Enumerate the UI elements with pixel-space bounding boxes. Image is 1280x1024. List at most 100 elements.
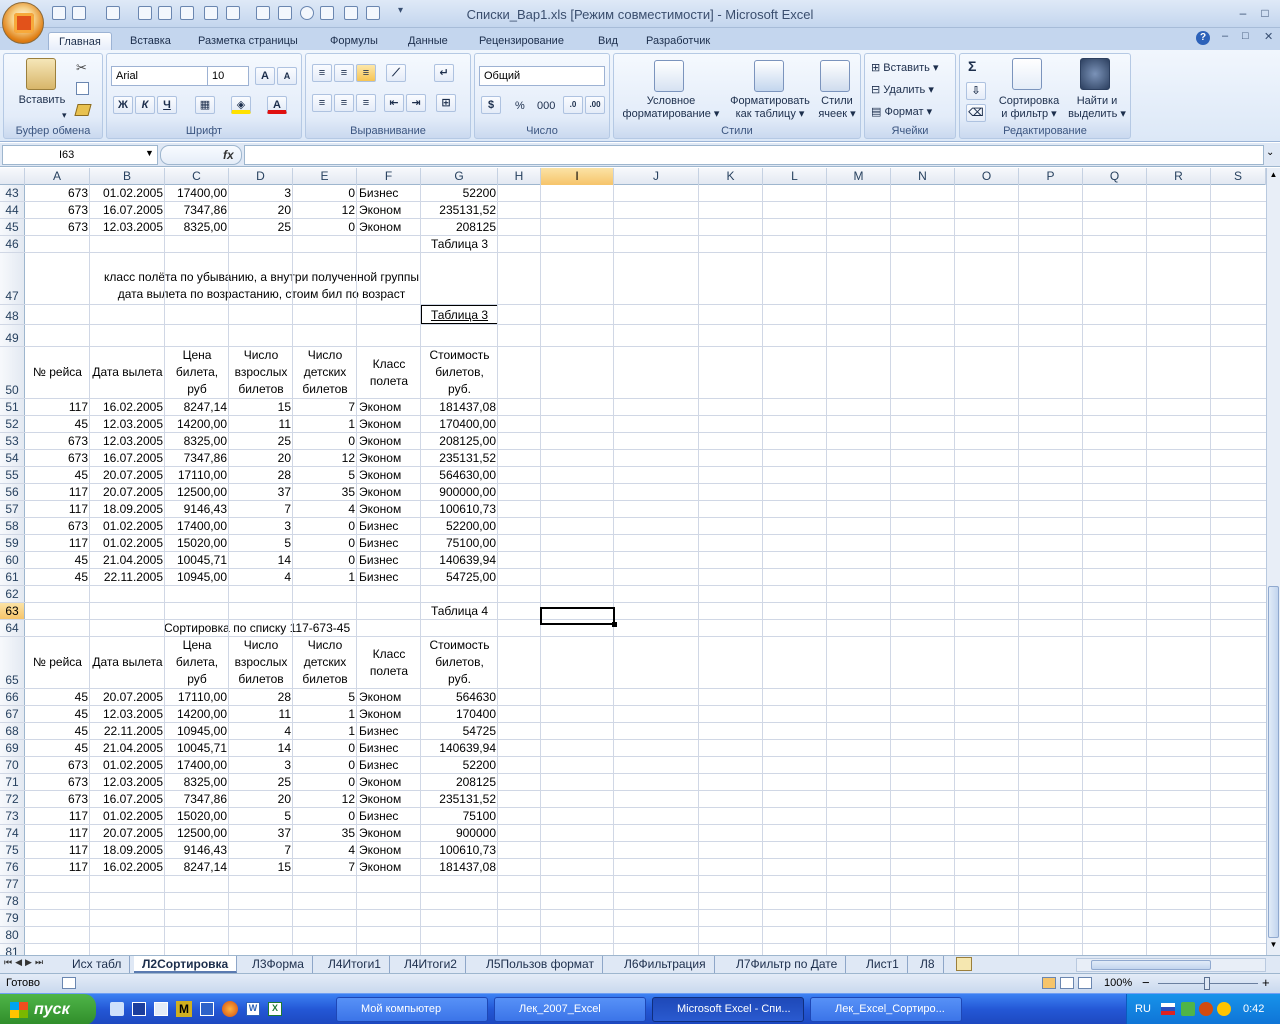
- cell[interactable]: 5: [293, 689, 357, 705]
- name-box-dropdown-icon[interactable]: ▼: [145, 148, 154, 158]
- row-header[interactable]: 51: [0, 399, 25, 415]
- cell[interactable]: Эконом: [357, 202, 421, 218]
- zoom-slider-thumb[interactable]: [1204, 977, 1210, 990]
- decrease-indent-icon[interactable]: ⇤: [384, 94, 404, 112]
- maximize-button[interactable]: □: [1254, 4, 1276, 22]
- cell[interactable]: Бизнес: [357, 518, 421, 534]
- increase-decimal-icon[interactable]: .0: [563, 96, 583, 114]
- cell[interactable]: 7347,86: [165, 791, 229, 807]
- cell[interactable]: 4: [293, 501, 357, 517]
- cell[interactable]: 0: [293, 808, 357, 824]
- cell[interactable]: Эконом: [357, 825, 421, 841]
- cell[interactable]: 16.02.2005: [90, 859, 165, 875]
- cell[interactable]: 25: [229, 433, 293, 449]
- cell[interactable]: 12.03.2005: [90, 774, 165, 790]
- cell[interactable]: 900000,00: [421, 484, 498, 500]
- cell[interactable]: Число детских билетов: [293, 347, 357, 398]
- expand-formula-icon[interactable]: ⌄: [1266, 147, 1274, 158]
- cell[interactable]: 45: [25, 416, 90, 432]
- cell[interactable]: 16.07.2005: [90, 791, 165, 807]
- cell[interactable]: 15: [229, 859, 293, 875]
- delete-cells-button[interactable]: ⊟ Удалить ▾: [871, 84, 934, 97]
- cell[interactable]: Бизнес: [357, 740, 421, 756]
- cell[interactable]: 25: [229, 219, 293, 235]
- cell[interactable]: 208125: [421, 219, 498, 235]
- cell[interactable]: 0: [293, 774, 357, 790]
- formula-input[interactable]: [244, 145, 1264, 165]
- sheet-tab[interactable]: Л5Пользов формат: [478, 956, 603, 973]
- row-header[interactable]: 57: [0, 501, 25, 517]
- zoom-level[interactable]: 100%: [1104, 977, 1132, 989]
- cell[interactable]: 7: [229, 842, 293, 858]
- cell[interactable]: Эконом: [357, 450, 421, 466]
- cell[interactable]: 12.03.2005: [90, 416, 165, 432]
- column-header-m[interactable]: M: [827, 168, 891, 185]
- cell[interactable]: 15020,00: [165, 808, 229, 824]
- cell[interactable]: 673: [25, 774, 90, 790]
- row-header[interactable]: 53: [0, 433, 25, 449]
- cell[interactable]: Эконом: [357, 416, 421, 432]
- row-header[interactable]: 55: [0, 467, 25, 483]
- insert-cells-button[interactable]: ⊞ Вставить ▾: [871, 62, 939, 75]
- cell[interactable]: 117: [25, 842, 90, 858]
- clear-icon[interactable]: ⌫: [966, 104, 986, 122]
- row-header[interactable]: 79: [0, 910, 25, 926]
- cell[interactable]: 17110,00: [165, 689, 229, 705]
- page-break-view-icon[interactable]: [1078, 977, 1092, 989]
- cell[interactable]: 7: [293, 399, 357, 415]
- cell[interactable]: 170400,00: [421, 416, 498, 432]
- column-header-c[interactable]: C: [165, 168, 229, 185]
- cell[interactable]: 1: [293, 706, 357, 722]
- cell[interactable]: Таблица 4: [421, 603, 498, 619]
- cell[interactable]: Бизнес: [357, 757, 421, 773]
- select-all-button[interactable]: [0, 168, 25, 185]
- tab-home[interactable]: Главная: [48, 32, 112, 50]
- cell[interactable]: Эконом: [357, 706, 421, 722]
- cell[interactable]: Эконом: [357, 859, 421, 875]
- row-header[interactable]: 73: [0, 808, 25, 824]
- cell[interactable]: 20.07.2005: [90, 689, 165, 705]
- cell[interactable]: Класс полета: [357, 637, 421, 688]
- column-header-e[interactable]: E: [293, 168, 357, 185]
- cell[interactable]: 1: [293, 416, 357, 432]
- row-header[interactable]: 71: [0, 774, 25, 790]
- cell[interactable]: 01.02.2005: [90, 185, 165, 201]
- row-header[interactable]: 62: [0, 586, 25, 602]
- cell[interactable]: 35: [293, 825, 357, 841]
- cell[interactable]: 673: [25, 450, 90, 466]
- cell[interactable]: 5: [229, 808, 293, 824]
- cell[interactable]: 673: [25, 202, 90, 218]
- cell[interactable]: 45: [25, 723, 90, 739]
- cell[interactable]: Бизнес: [357, 185, 421, 201]
- sheet-tab[interactable]: Лист1: [858, 956, 908, 973]
- cell[interactable]: 01.02.2005: [90, 757, 165, 773]
- cell[interactable]: Класс полета: [357, 347, 421, 398]
- cell[interactable]: 0: [293, 185, 357, 201]
- row-header[interactable]: 74: [0, 825, 25, 841]
- row-header[interactable]: 63: [0, 603, 25, 619]
- cell[interactable]: 8247,14: [165, 859, 229, 875]
- cell[interactable]: 117: [25, 859, 90, 875]
- cell[interactable]: 673: [25, 791, 90, 807]
- cell[interactable]: 170400: [421, 706, 498, 722]
- column-header-a[interactable]: A: [25, 168, 90, 185]
- language-indicator[interactable]: RU: [1135, 1003, 1151, 1015]
- column-header-s[interactable]: S: [1211, 168, 1266, 185]
- find-icon[interactable]: [1080, 58, 1110, 90]
- page-layout-view-icon[interactable]: [1060, 977, 1074, 989]
- sort-filter-icon[interactable]: [1012, 58, 1042, 90]
- cell[interactable]: 75100,00: [421, 535, 498, 551]
- font-size-select[interactable]: 10: [207, 66, 249, 86]
- sheet-tab[interactable]: Л4Итоги1: [320, 956, 390, 973]
- tray-icon[interactable]: [1181, 1002, 1195, 1016]
- cell[interactable]: 7347,86: [165, 450, 229, 466]
- find-select-button[interactable]: Найти и выделить ▾: [1064, 95, 1130, 121]
- tab-view[interactable]: Вид: [588, 32, 628, 50]
- align-middle-icon[interactable]: ≡: [334, 64, 354, 82]
- tab-page-layout[interactable]: Разметка страницы: [188, 32, 308, 50]
- sheet-tab[interactable]: Л2Сортировка: [134, 956, 238, 973]
- row-header[interactable]: 56: [0, 484, 25, 500]
- cell[interactable]: 54725: [421, 723, 498, 739]
- cell[interactable]: 1: [293, 569, 357, 585]
- note-text[interactable]: класс полёта по убыванию, а внутри получ…: [25, 253, 498, 304]
